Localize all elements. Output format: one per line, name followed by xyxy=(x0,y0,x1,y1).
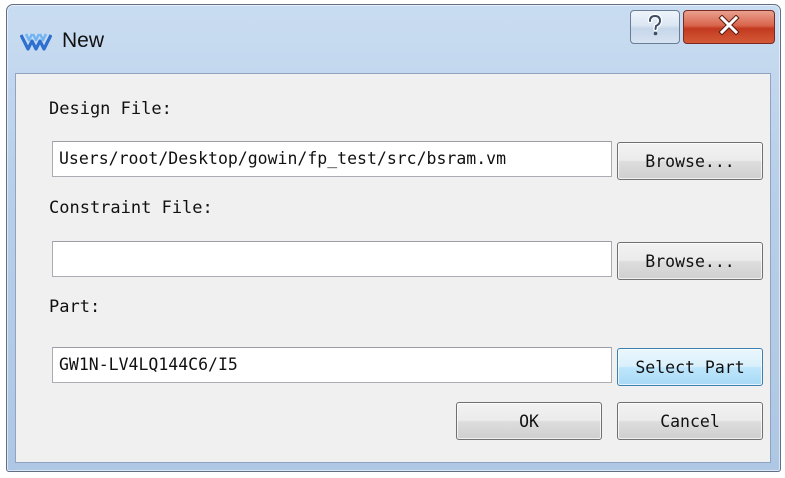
gowin-logo-icon xyxy=(19,30,53,54)
title-bar[interactable]: New xyxy=(7,5,780,73)
part-label: Part: xyxy=(49,297,101,317)
cancel-button[interactable]: Cancel xyxy=(617,402,763,440)
constraint-file-input[interactable] xyxy=(52,241,612,277)
design-file-input[interactable]: Users/root/Desktop/gowin/fp_test/src/bsr… xyxy=(52,141,612,177)
select-part-button[interactable]: Select Part xyxy=(617,348,763,386)
design-file-label: Design File: xyxy=(49,99,172,119)
design-file-browse-button[interactable]: Browse... xyxy=(617,142,763,180)
window-title: New xyxy=(62,29,105,52)
close-icon xyxy=(718,14,740,39)
dialog-window: New Design File: Users/root/Desktop/gowi xyxy=(6,4,781,472)
constraint-file-browse-button[interactable]: Browse... xyxy=(617,242,763,280)
help-icon xyxy=(645,13,665,41)
dialog-body: Design File: Users/root/Desktop/gowin/fp… xyxy=(15,73,771,463)
close-button[interactable] xyxy=(683,10,775,44)
part-input[interactable]: GW1N-LV4LQ144C6/I5 xyxy=(52,347,612,383)
constraint-file-label: Constraint File: xyxy=(49,198,213,218)
help-button[interactable] xyxy=(630,10,680,44)
ok-button[interactable]: OK xyxy=(456,402,602,440)
